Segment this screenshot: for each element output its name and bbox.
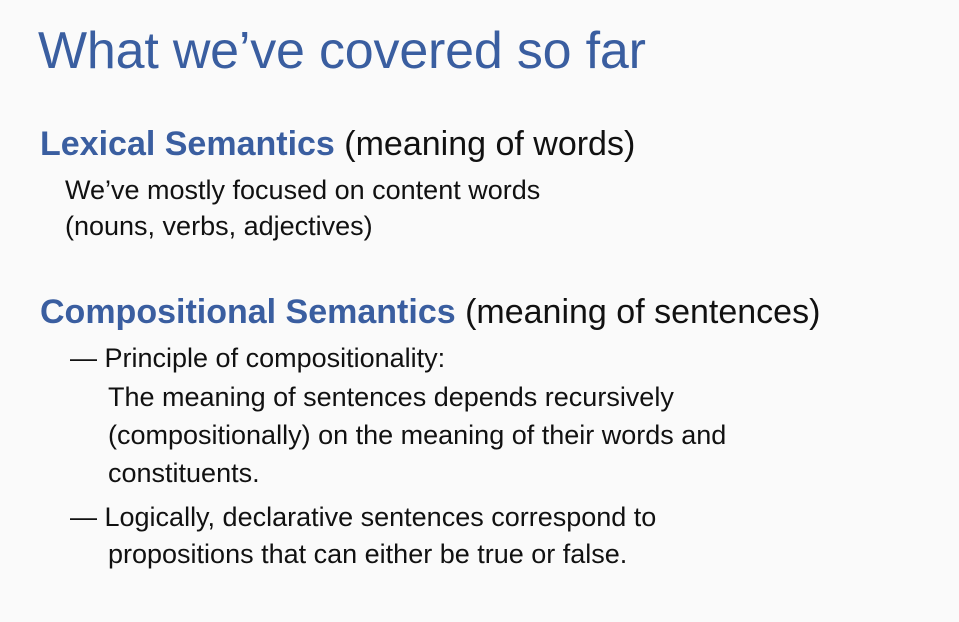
slide: What we’ve covered so far Lexical Semant…: [0, 0, 959, 622]
bullet-1-continuation-1: The meaning of sentences depends recursi…: [108, 382, 674, 412]
bullet-1-continuation-3: constituents.: [108, 458, 260, 488]
lexical-line-1: We’ve mostly focused on content words: [65, 175, 541, 205]
lexical-semantics-gloss: (meaning of words): [344, 125, 636, 163]
compositional-semantics-gloss: (meaning of sentences): [465, 293, 821, 331]
lexical-semantics-heading: Lexical Semantics (meaning of words): [40, 123, 635, 165]
slide-title: What we’ve covered so far: [38, 22, 646, 80]
compositional-semantics-heading: Compositional Semantics (meaning of sent…: [40, 291, 820, 333]
compositional-semantics-term: Compositional Semantics: [40, 293, 456, 331]
lexical-line-2: (nouns, verbs, adjectives): [65, 211, 373, 241]
bullet-1-continuation-2: (compositionally) on the meaning of thei…: [108, 420, 727, 450]
bullet-declarative-sentences: — Logically, declarative sentences corre…: [70, 502, 657, 532]
lexical-semantics-term: Lexical Semantics: [40, 125, 335, 163]
bullet-2-continuation-1: propositions that can either be true or …: [108, 539, 628, 569]
bullet-principle-of-compositionality: — Principle of compositionality:: [70, 343, 446, 373]
